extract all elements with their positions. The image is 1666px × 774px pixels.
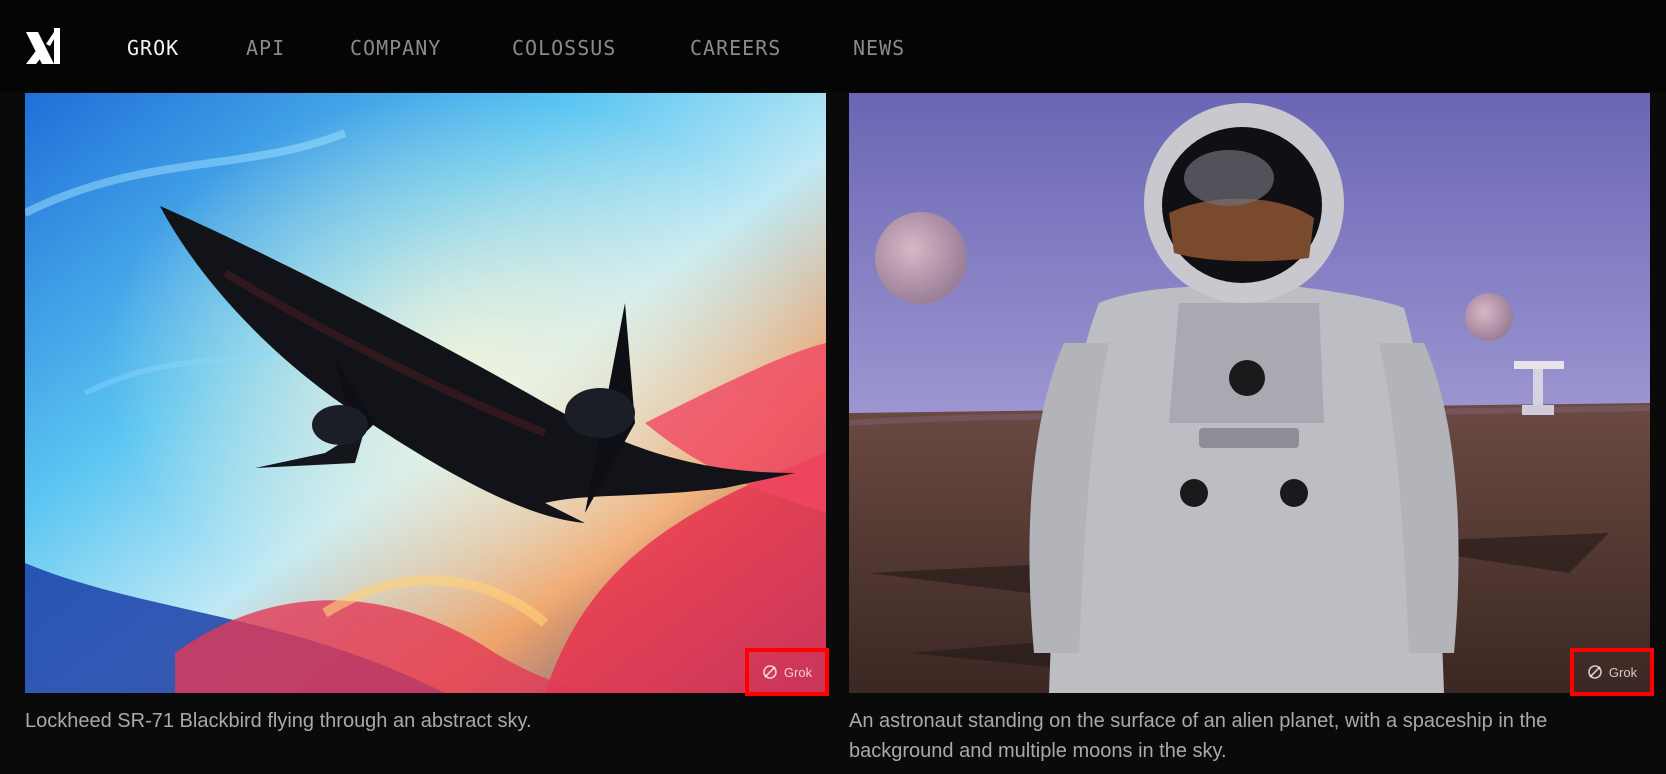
astronaut-caption-line-2: background and multiple moons in the sky… xyxy=(849,740,1227,762)
top-nav: GROK API COMPANY COLOSSUS CAREERS NEWS xyxy=(0,0,1666,92)
nav-grok[interactable]: GROK xyxy=(127,36,179,60)
sr71-image[interactable] xyxy=(25,93,826,693)
grok-watermark-badge: Grok xyxy=(745,648,829,696)
sr71-caption: Lockheed SR-71 Blackbird flying through … xyxy=(25,710,532,732)
astronaut-image[interactable] xyxy=(849,93,1650,693)
nav-api[interactable]: API xyxy=(246,36,285,60)
nav-company[interactable]: COMPANY xyxy=(350,36,441,60)
grok-watermark-label: Grok xyxy=(783,664,813,680)
grok-logo-icon xyxy=(1588,665,1602,679)
xai-logo[interactable] xyxy=(24,24,64,68)
grok-logo-icon xyxy=(763,665,777,679)
grok-watermark-label: Grok xyxy=(1608,664,1638,680)
nav-colossus[interactable]: COLOSSUS xyxy=(512,36,616,60)
nav-news[interactable]: NEWS xyxy=(853,36,905,60)
astronaut-caption-line-1: An astronaut standing on the surface of … xyxy=(849,710,1548,732)
astronaut-caption: An astronaut standing on the surface of … xyxy=(849,706,1649,766)
grok-watermark-badge: Grok xyxy=(1570,648,1654,696)
nav-careers[interactable]: CAREERS xyxy=(690,36,781,60)
